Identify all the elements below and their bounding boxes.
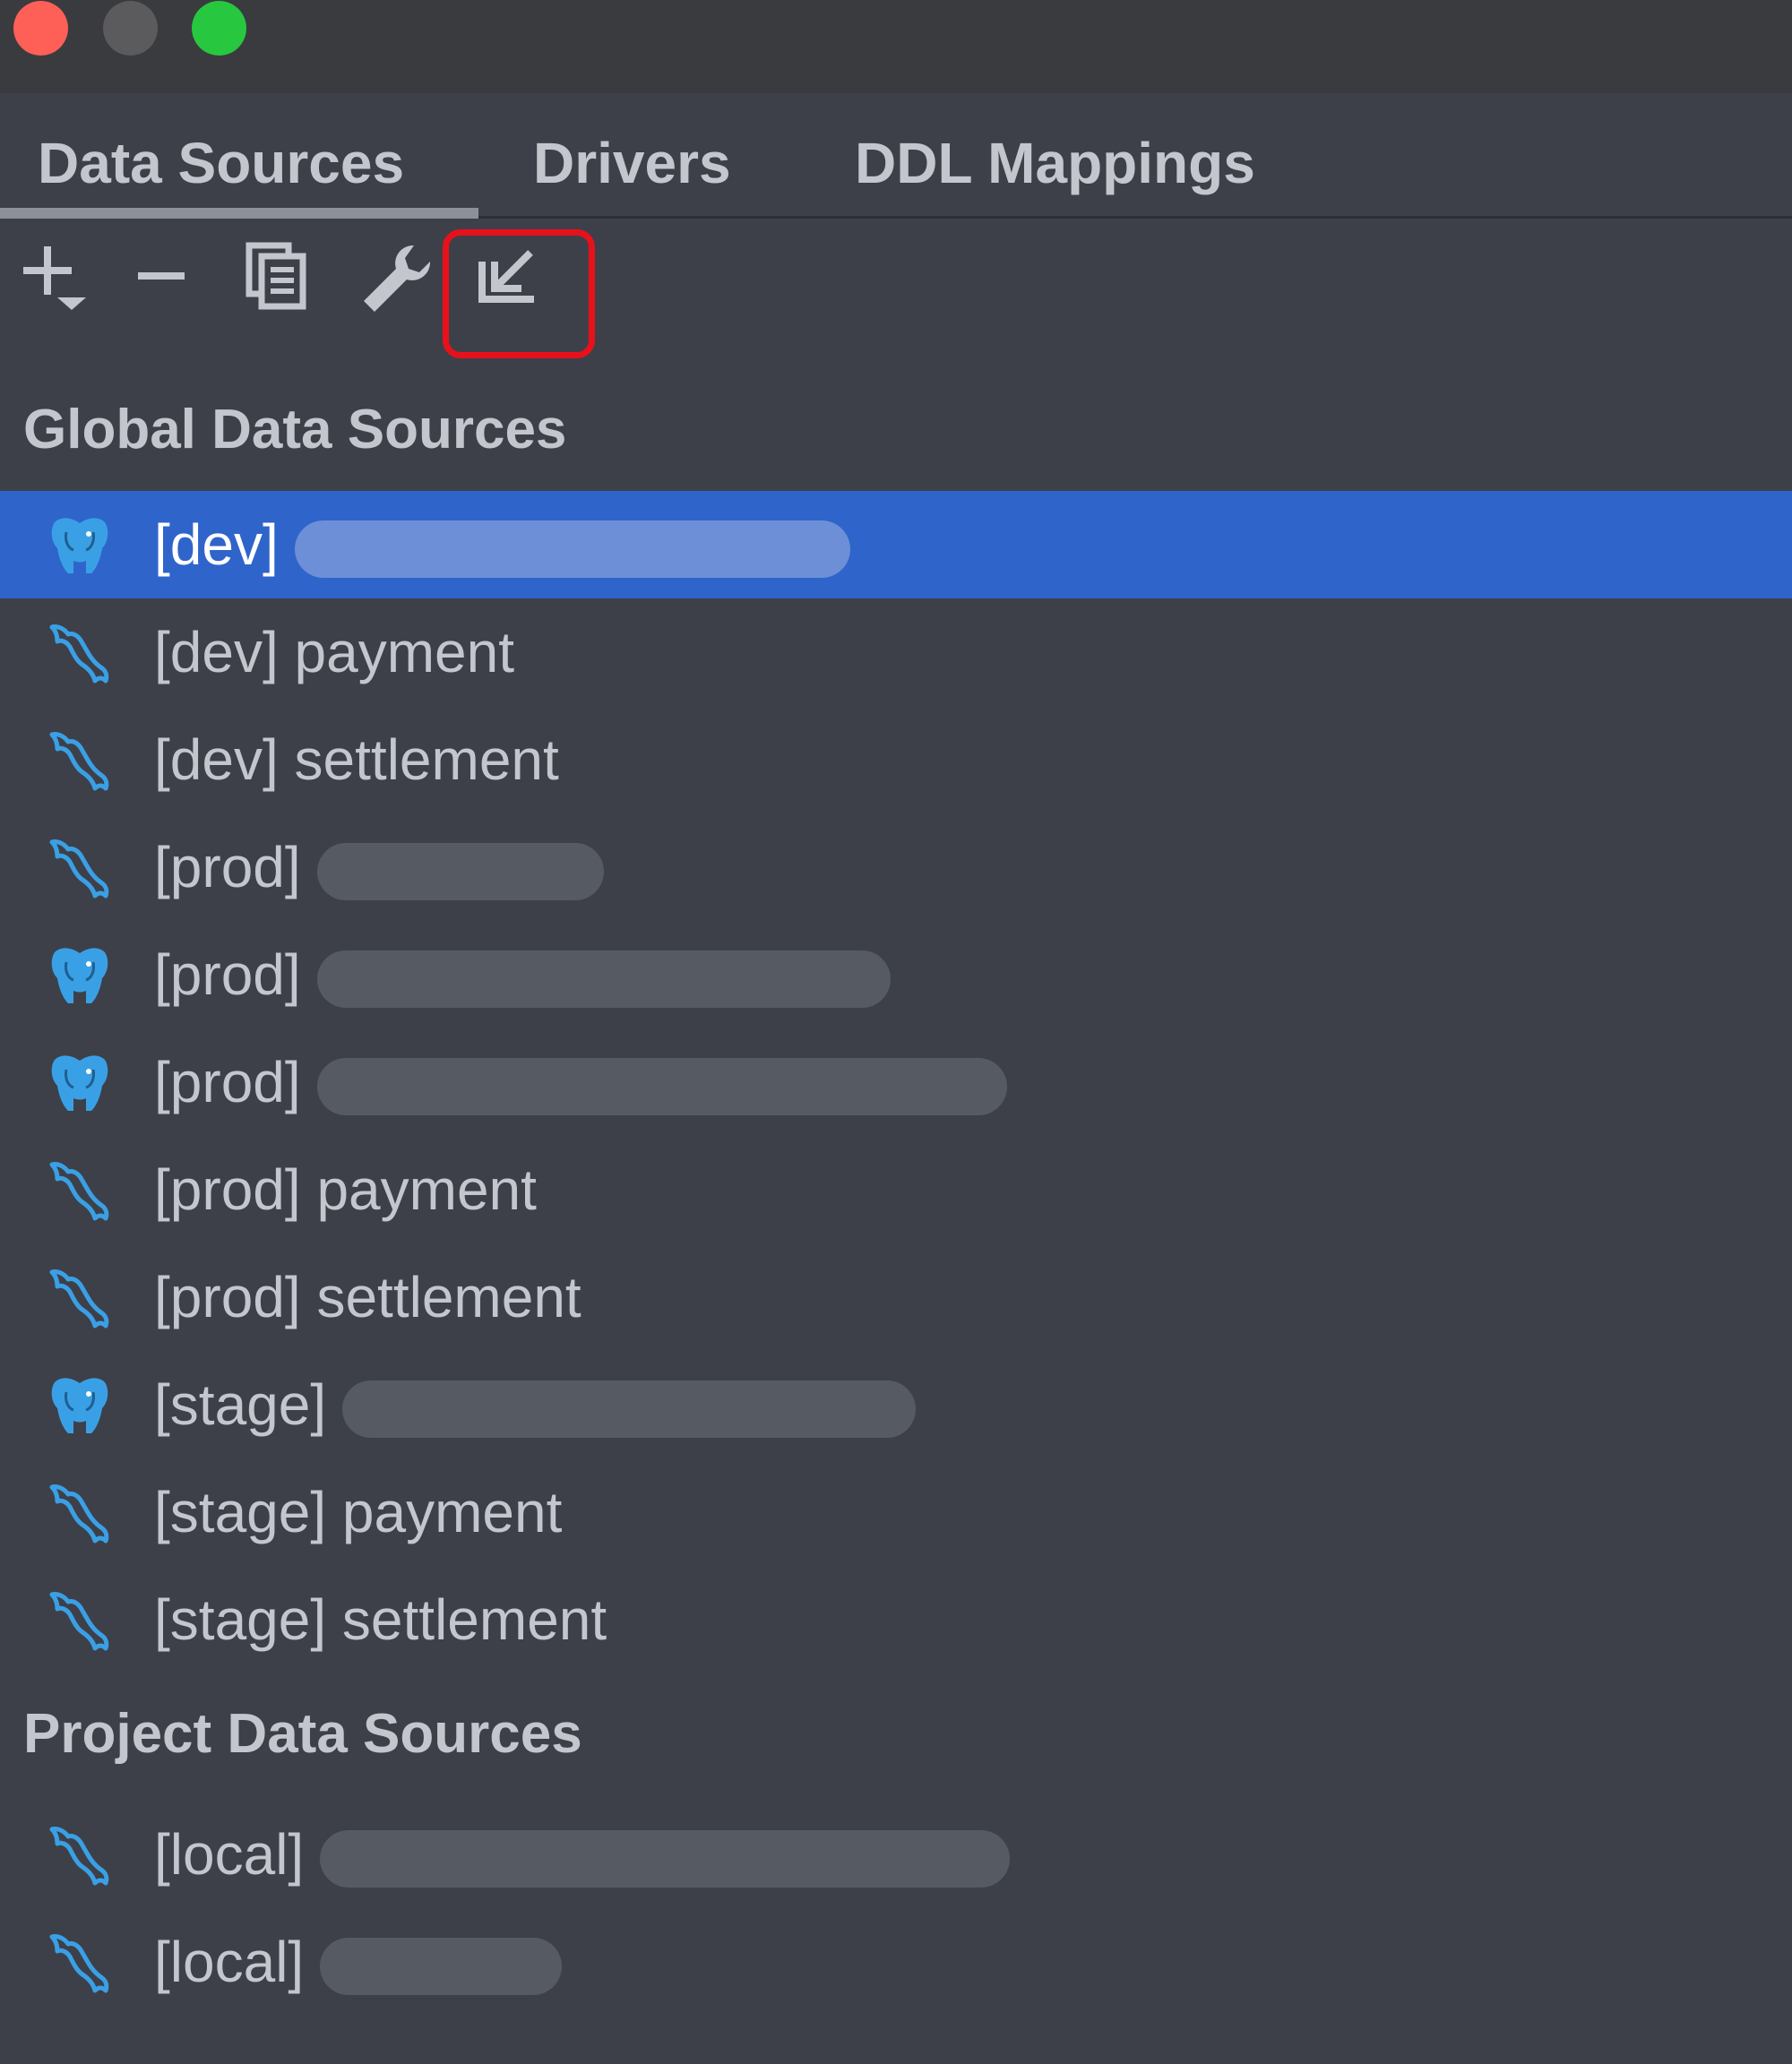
data-source-label: [prod] [154,937,891,1012]
data-sources-dialog: Data Sources Drivers DDL Mappings Global… [0,0,1792,2064]
mysql-dolphin-icon [47,1931,113,1998]
data-source-env: [prod] [154,942,301,1007]
redacted-name-blur [316,843,604,901]
data-source-label: [local] [154,1924,563,2000]
mysql-dolphin-icon [47,622,113,688]
add-button[interactable] [18,242,99,322]
data-source-label: [prod] settlement [154,1260,582,1335]
data-source-name: settlement [300,1265,582,1329]
copy-icon [246,242,306,310]
data-source-row[interactable]: [prod] [0,813,1792,921]
data-source-env: [dev] [154,620,279,684]
remove-button[interactable] [134,242,215,322]
mysql-dolphin-icon [47,1267,113,1333]
minus-icon [138,272,185,280]
data-source-row[interactable]: [dev] settlement [0,706,1792,813]
data-source-row[interactable]: [stage] [0,1351,1792,1458]
tab-ddl-mappings[interactable]: DDL Mappings [855,127,1255,199]
data-source-env: [prod] [154,1157,301,1222]
postgresql-elephant-icon [47,1052,113,1118]
active-tab-indicator [0,208,478,219]
data-source-row[interactable]: [prod] payment [0,1136,1792,1243]
data-source-row[interactable]: [prod] [0,921,1792,1028]
mysql-dolphin-icon [47,1824,113,1890]
data-source-env: [prod] [154,835,301,899]
project-data-sources-header: Project Data Sources [23,1703,582,1765]
redacted-name-blur [316,1058,1007,1116]
driver-settings-button[interactable] [358,242,439,322]
data-source-env: [prod] [154,1050,301,1114]
mysql-dolphin-icon [47,1589,113,1656]
data-source-env: [dev] [154,727,279,792]
mysql-dolphin-icon [47,837,113,903]
mysql-dolphin-icon [47,1159,113,1226]
data-source-name: payment [278,620,514,684]
global-data-sources-header: Global Data Sources [23,399,567,460]
tab-drivers[interactable]: Drivers [533,127,731,199]
data-source-row[interactable]: [prod] settlement [0,1243,1792,1351]
data-source-label: [prod] [154,830,604,905]
data-source-row[interactable]: [local] [0,1908,1792,2016]
duplicate-button[interactable] [246,242,326,322]
data-source-label: [stage] payment [154,1475,562,1550]
data-source-row[interactable]: [stage] payment [0,1458,1792,1566]
data-source-name: settlement [326,1587,607,1652]
data-source-row[interactable]: [dev] [0,491,1792,598]
mysql-dolphin-icon [47,1482,113,1548]
redacted-name-blur [320,1938,563,1996]
postgresql-elephant-icon [47,1374,113,1440]
tab-bar: Data Sources Drivers DDL Mappings [0,93,1792,219]
data-source-env: [dev] [154,512,279,577]
redacted-name-blur [342,1380,917,1439]
data-source-label: [prod] payment [154,1152,537,1227]
data-source-label: [prod] [154,1045,1007,1120]
mysql-dolphin-icon [47,729,113,796]
minimize-window-button[interactable] [103,1,158,56]
data-source-env: [stage] [154,1480,327,1544]
data-source-label: [stage] [154,1367,917,1442]
data-source-name: payment [300,1157,537,1222]
data-source-row[interactable]: [prod] [0,1028,1792,1136]
window-title-bar [0,0,1792,93]
data-source-row[interactable]: [stage] settlement [0,1566,1792,1673]
data-source-label: [dev] payment [154,615,514,690]
plus-with-dropdown-icon [23,246,86,310]
data-source-row[interactable]: [dev] payment [0,598,1792,706]
tab-data-sources[interactable]: Data Sources [38,127,404,199]
redacted-name-blur [294,520,850,579]
data-source-label: [dev] [154,507,850,582]
data-source-env: [local] [154,1930,305,1994]
data-source-label: [stage] settlement [154,1582,607,1657]
wrench-icon [364,245,431,312]
data-source-name: payment [326,1480,563,1544]
toolbar [0,219,1792,371]
data-source-env: [prod] [154,1265,301,1329]
postgresql-elephant-icon [47,944,113,1010]
postgresql-elephant-icon [47,514,113,580]
data-source-env: [stage] [154,1372,327,1437]
data-source-label: [local] [154,1817,1011,1892]
maximize-window-button[interactable] [192,1,246,56]
import-button-highlight [443,229,595,358]
data-source-env: [local] [154,1822,305,1887]
data-source-row[interactable]: [local] [0,1801,1792,1908]
data-source-label: [dev] settlement [154,722,559,797]
redacted-name-blur [320,1830,1011,1888]
data-source-env: [stage] [154,1587,327,1652]
data-source-name: settlement [278,727,559,792]
close-window-button[interactable] [13,1,68,56]
redacted-name-blur [316,950,891,1009]
